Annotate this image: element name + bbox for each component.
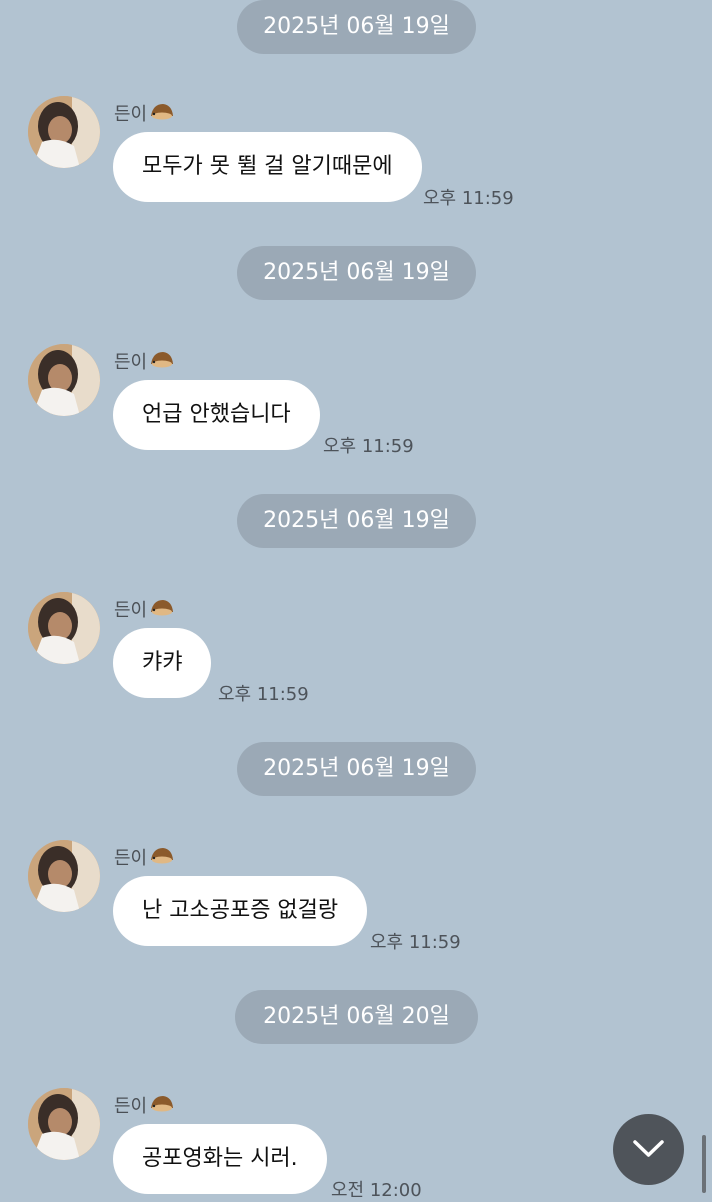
avatar[interactable] (28, 840, 100, 912)
sender-name-label: 든이 (114, 352, 148, 373)
sender-name: 든이 (114, 846, 175, 872)
message-bubble[interactable]: 난 고소공포증 없걸랑 (113, 876, 368, 946)
hedgehog-icon (149, 597, 175, 625)
scroll-to-bottom-button[interactable] (613, 1114, 684, 1185)
sender-name: 든이 (114, 1094, 175, 1120)
sender-name: 든이 (114, 598, 175, 624)
date-divider: 2025년 06월 19일 (237, 742, 476, 796)
message-bubble[interactable]: 캬캬 (113, 628, 212, 698)
date-divider: 2025년 06월 20일 (235, 990, 478, 1044)
message-bubble[interactable]: 모두가 못 뛸 걸 알기때문에 (113, 132, 422, 202)
message-time: 오후 11:59 (323, 436, 414, 457)
chevron-down-icon (633, 1140, 664, 1157)
sender-name-label: 든이 (114, 600, 148, 621)
message-bubble[interactable]: 언급 안했습니다 (113, 380, 320, 450)
scrollbar[interactable] (702, 1135, 706, 1193)
sender-name: 든이 (114, 102, 175, 128)
avatar[interactable] (28, 344, 100, 416)
message-time: 오전 12:00 (331, 1180, 422, 1201)
hedgehog-icon (149, 845, 175, 873)
message-bubble[interactable]: 공포영화는 시러. (113, 1124, 327, 1194)
date-divider: 2025년 06월 19일 (237, 246, 476, 300)
message-time: 오후 11:59 (218, 684, 309, 705)
message-time: 오후 11:59 (370, 932, 461, 953)
hedgehog-icon (149, 349, 175, 377)
hedgehog-icon (149, 101, 175, 129)
hedgehog-icon (149, 1093, 175, 1121)
date-divider: 2025년 06월 19일 (237, 494, 476, 548)
avatar[interactable] (28, 1088, 100, 1160)
avatar[interactable] (28, 96, 100, 168)
message-time: 오후 11:59 (423, 188, 514, 209)
sender-name-label: 든이 (114, 1096, 148, 1117)
date-divider: 2025년 06월 19일 (237, 0, 476, 54)
sender-name-label: 든이 (114, 848, 148, 869)
avatar[interactable] (28, 592, 100, 664)
chat-window[interactable]: 2025년 06월 19일 든이 모두가 못 뛸 걸 알기때문에 오후 11:5… (0, 0, 712, 1201)
sender-name-label: 든이 (114, 104, 148, 125)
sender-name: 든이 (114, 350, 175, 376)
